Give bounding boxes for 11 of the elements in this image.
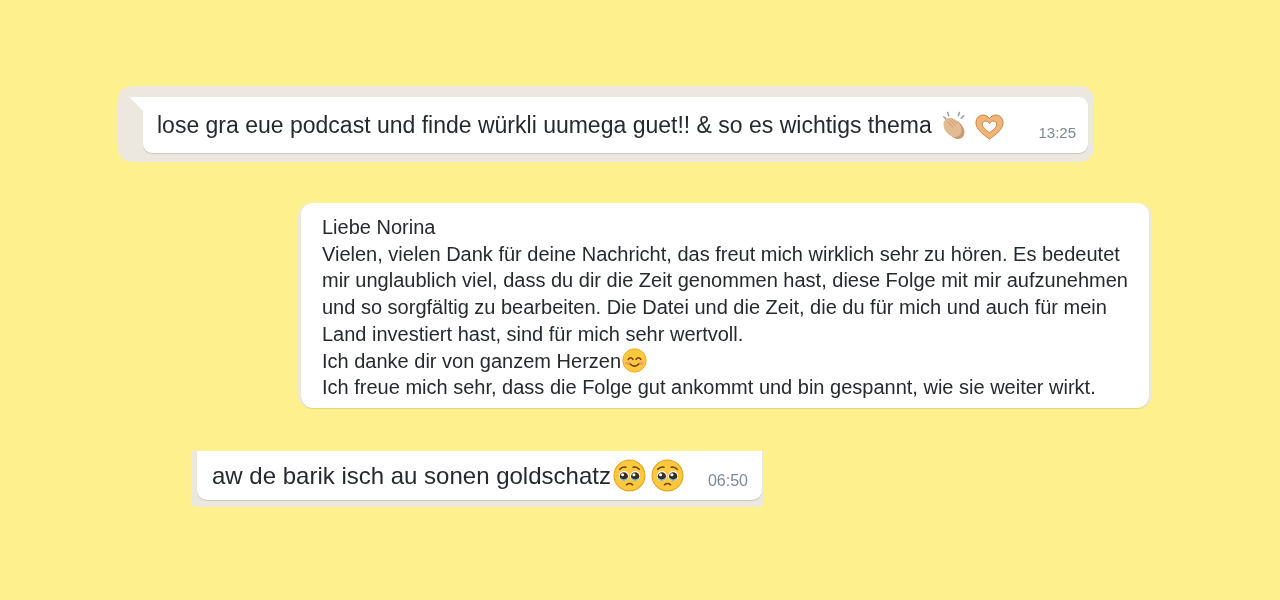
message-text: lose gra eue podcast und finde würkli uumega guet!! & so es wichtigs thema bbox=[157, 110, 932, 140]
timestamp: 13:25 bbox=[1038, 122, 1076, 143]
message-text: Liebe Norina bbox=[322, 215, 437, 240]
message-text: Ich freue mich sehr, dass die Folge gut ankommt und bin gespannt, wie sie weiter wirkt. bbox=[322, 375, 1097, 401]
message-text: Vielen, vielen Dank für deine Nachricht, das freut mich wirklich sehr zu hören. Es bedeutet mir unglaublich viel, dass du dir die Zeit genommen hast, diese Folge mit mir aufzunehmen und so sorgfältig zu bearbeiten. Die Datei und die Zeit, die du für mich und auch für mein Land investiert hast, sind für mich sehr wertvoll. bbox=[322, 241, 1129, 347]
smiling-face-icon bbox=[622, 348, 648, 374]
message-text: Ich danke dir von ganzem Herzen bbox=[322, 348, 622, 374]
message-text: aw de barik isch au sonen goldschatz bbox=[212, 460, 611, 491]
pleading-face-icon bbox=[650, 459, 684, 492]
timestamp: 06:50 bbox=[707, 471, 748, 491]
pleading-face-icon bbox=[612, 459, 646, 492]
